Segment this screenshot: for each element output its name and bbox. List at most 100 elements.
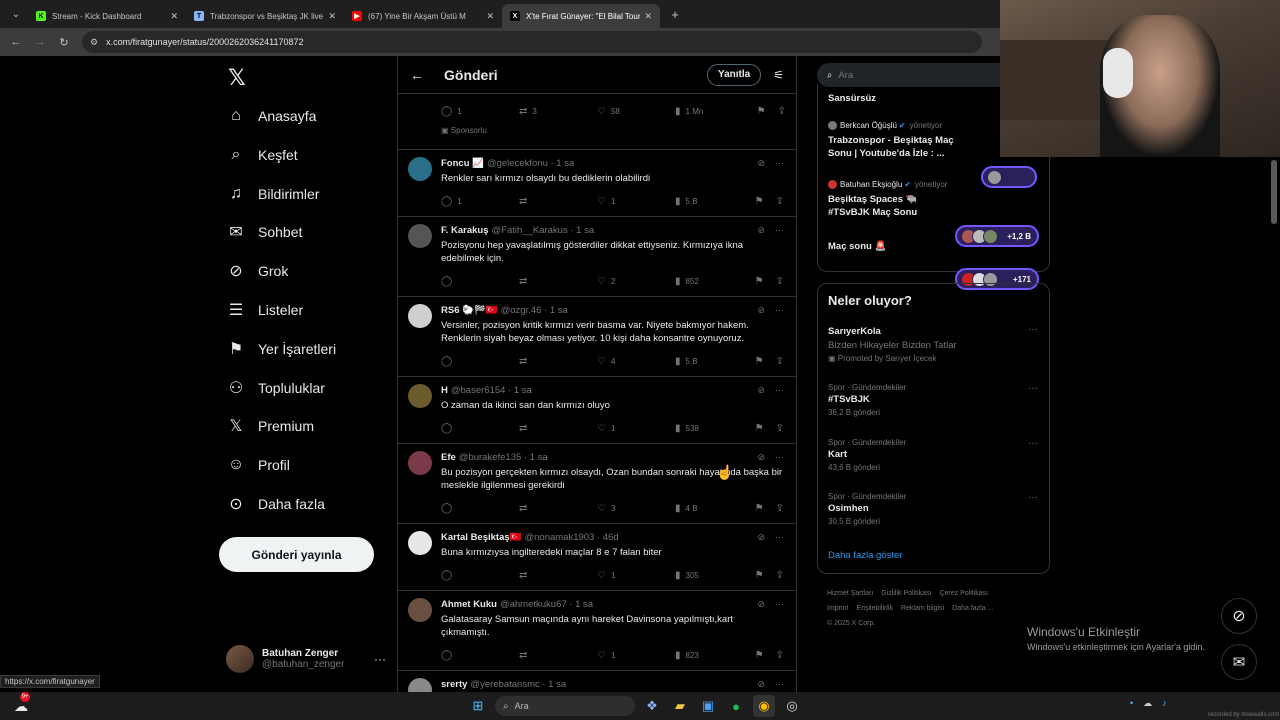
reply-post[interactable]: srerty @yerebatansmc · 1 sa ⊘ ··· ◯ ⇄ ♡ … [398,671,796,692]
repost-action[interactable]: ⇄ [519,356,597,367]
reply-action[interactable]: ◯ [441,650,519,661]
author-name[interactable]: RS6 🐑🏁🇹🇷 [441,305,498,316]
spotify-icon[interactable]: ● [725,695,747,717]
site-info-icon[interactable]: ⚙ [90,37,98,48]
views-action[interactable]: ▮ 538 [675,423,753,434]
page-scrollbar[interactable] [1271,160,1277,224]
forward-arrow-icon[interactable]: → [28,30,52,54]
share-icon[interactable]: ⇪ [776,356,784,367]
author-handle[interactable]: @ahmetkuku67 · 1 sa [500,599,593,610]
reply-post[interactable]: Efe @burakefe135 · 1 sa ⊘ ··· Bu pozisyo… [398,444,796,524]
bookmark-icon[interactable]: ⚑ [755,570,764,581]
trend-item[interactable]: SarıyerKola Bizden Hikayeler Bizden Tatl… [828,324,1038,363]
author-handle[interactable]: @ozgr.46 · 1 sa [501,305,568,316]
bookmark-icon[interactable]: ⚑ [757,106,766,117]
nav-item-bookmarks[interactable]: ⚑ Yer İşaretleri [226,334,336,364]
footer-link[interactable]: Çerez Politikası [939,590,988,597]
footer-link[interactable]: Imprint [827,605,848,612]
repost-action[interactable]: ⇄ [519,423,597,434]
views-action[interactable]: ▮ 1 Mn [675,106,753,117]
more-icon[interactable]: ··· [775,679,784,690]
nav-item-grok[interactable]: ⊘ Grok [226,256,288,286]
space-item[interactable]: Berkcan Öğüşlü ✔ yönetiyor Trabzonspor - B… [828,121,978,160]
reply-post[interactable]: Foncu 📈 @gelecekfonu · 1 sa ⊘ ··· Renkle… [398,150,796,217]
reply-action[interactable]: ◯ 1 [441,106,519,117]
reply-action[interactable]: ◯ [441,503,519,514]
avatar[interactable] [408,224,432,248]
bookmark-icon[interactable]: ⚑ [755,356,764,367]
footer-link[interactable]: Reklam bilgisi [901,605,944,612]
avatar[interactable] [408,451,432,475]
reply-action[interactable]: ◯ [441,423,519,434]
more-icon[interactable]: ··· [775,599,784,610]
obs-icon[interactable]: ◎ [781,695,803,717]
share-icon[interactable]: ⇪ [776,570,784,581]
space-item[interactable]: Maç sonu 🚨 [828,240,886,253]
more-icon[interactable]: ··· [775,225,784,236]
close-icon[interactable]: ✕ [644,11,652,22]
bookmark-icon[interactable]: ⚑ [755,196,764,207]
copilot-icon[interactable]: ❖ [641,695,663,717]
author-handle[interactable]: @baser6154 · 1 sa [451,385,532,396]
browser-tab-3[interactable]: X X'te Fırat Günayer: "El Bilal Tour ✕ [502,4,660,28]
author-handle[interactable]: @yerebatansmc · 1 sa [470,679,566,690]
x-logo-icon[interactable]: 𝕏 [228,66,246,91]
grok-icon[interactable]: ⊘ [757,599,765,610]
reply-post[interactable]: RS6 🐑🏁🇹🇷 @ozgr.46 · 1 sa ⊘ ··· Versinler… [398,297,796,377]
bookmark-icon[interactable]: ⚑ [755,276,764,287]
back-arrow-icon[interactable]: ← [410,67,424,83]
more-icon[interactable]: ··· [1028,438,1038,449]
repost-action[interactable]: ⇄ 3 [519,106,597,117]
post-button[interactable]: Gönderi yayınla [219,537,374,572]
like-action[interactable]: ♡ 1 [597,423,675,434]
nav-item-chat[interactable]: ✉ Sohbet [226,217,302,247]
reply-post[interactable]: F. Karakuş @Fatih__Karakus · 1 sa ⊘ ··· … [398,217,796,297]
microphone-icon[interactable]: ♪ [1162,698,1167,709]
views-action[interactable]: ▮ 4 B [675,503,753,514]
network-icon[interactable]: ☁ [1143,698,1152,709]
nav-item-premium[interactable]: 𝕏 Premium [226,411,314,441]
avatar[interactable] [408,304,432,328]
nav-item-communities[interactable]: ⚇ Topluluklar [226,373,325,403]
author-handle[interactable]: @Fatih__Karakus · 1 sa [492,225,595,236]
grok-icon[interactable]: ⊘ [757,305,765,316]
avatar[interactable] [408,531,432,555]
share-icon[interactable]: ⇪ [778,106,786,117]
share-icon[interactable]: ⇪ [776,503,784,514]
space-item[interactable]: Sansürsüz [828,92,876,105]
reply-post[interactable]: Kartal Beşiktaş🇹🇷 @nonamak1903 · 46d ⊘ ·… [398,524,796,591]
reply-action[interactable]: ◯ [441,276,519,287]
like-action[interactable]: ♡ 1 [597,570,675,581]
repost-action[interactable]: ⇄ [519,503,597,514]
close-icon[interactable]: ✕ [328,11,336,22]
avatar[interactable] [408,157,432,181]
like-action[interactable]: ♡ 1 [597,196,675,207]
like-action[interactable]: ♡ 58 [597,106,675,117]
more-icon[interactable]: ··· [775,452,784,463]
nav-item-explore[interactable]: ⌕ Keşfet [226,140,298,170]
reply-action[interactable]: ◯ 1 [441,196,519,207]
like-action[interactable]: ♡ 3 [597,503,675,514]
reply-button[interactable]: Yanıtla [706,63,762,86]
reply-action[interactable]: ◯ [441,356,519,367]
author-name[interactable]: Foncu 📈 [441,158,484,169]
taskbar-search[interactable]: ⌕ Ara [495,696,635,716]
close-icon[interactable]: ✕ [170,11,178,22]
nav-item-home[interactable]: ⌂ Anasayfa [226,101,316,131]
search-input[interactable]: ⌕ Ara [817,63,1017,87]
messages-fab-icon[interactable]: ✉ [1221,644,1257,680]
footer-link[interactable]: Gizlilik Politikası [881,590,931,597]
reply-post[interactable]: H @baser6154 · 1 sa ⊘ ··· O zaman da iki… [398,377,796,444]
views-action[interactable]: ▮ 305 [675,570,753,581]
author-name[interactable]: Ahmet Kuku [441,599,497,610]
like-action[interactable]: ♡ 2 [597,276,675,287]
close-icon[interactable]: ✕ [486,11,494,22]
views-action[interactable]: ▮ 823 [675,650,753,661]
trend-item[interactable]: Spor · Gündemdekiler Osimhen 30,5 B gönd… [828,492,1038,526]
url-bar[interactable]: ⚙ x.com/firatgunayer/status/200026203624… [82,31,982,53]
grok-icon[interactable]: ⊘ [757,452,765,463]
bookmark-icon[interactable]: ⚑ [755,650,764,661]
grok-icon[interactable]: ⊘ [757,679,765,690]
author-name[interactable]: F. Karakuş [441,225,489,236]
author-name[interactable]: srerty [441,679,467,690]
